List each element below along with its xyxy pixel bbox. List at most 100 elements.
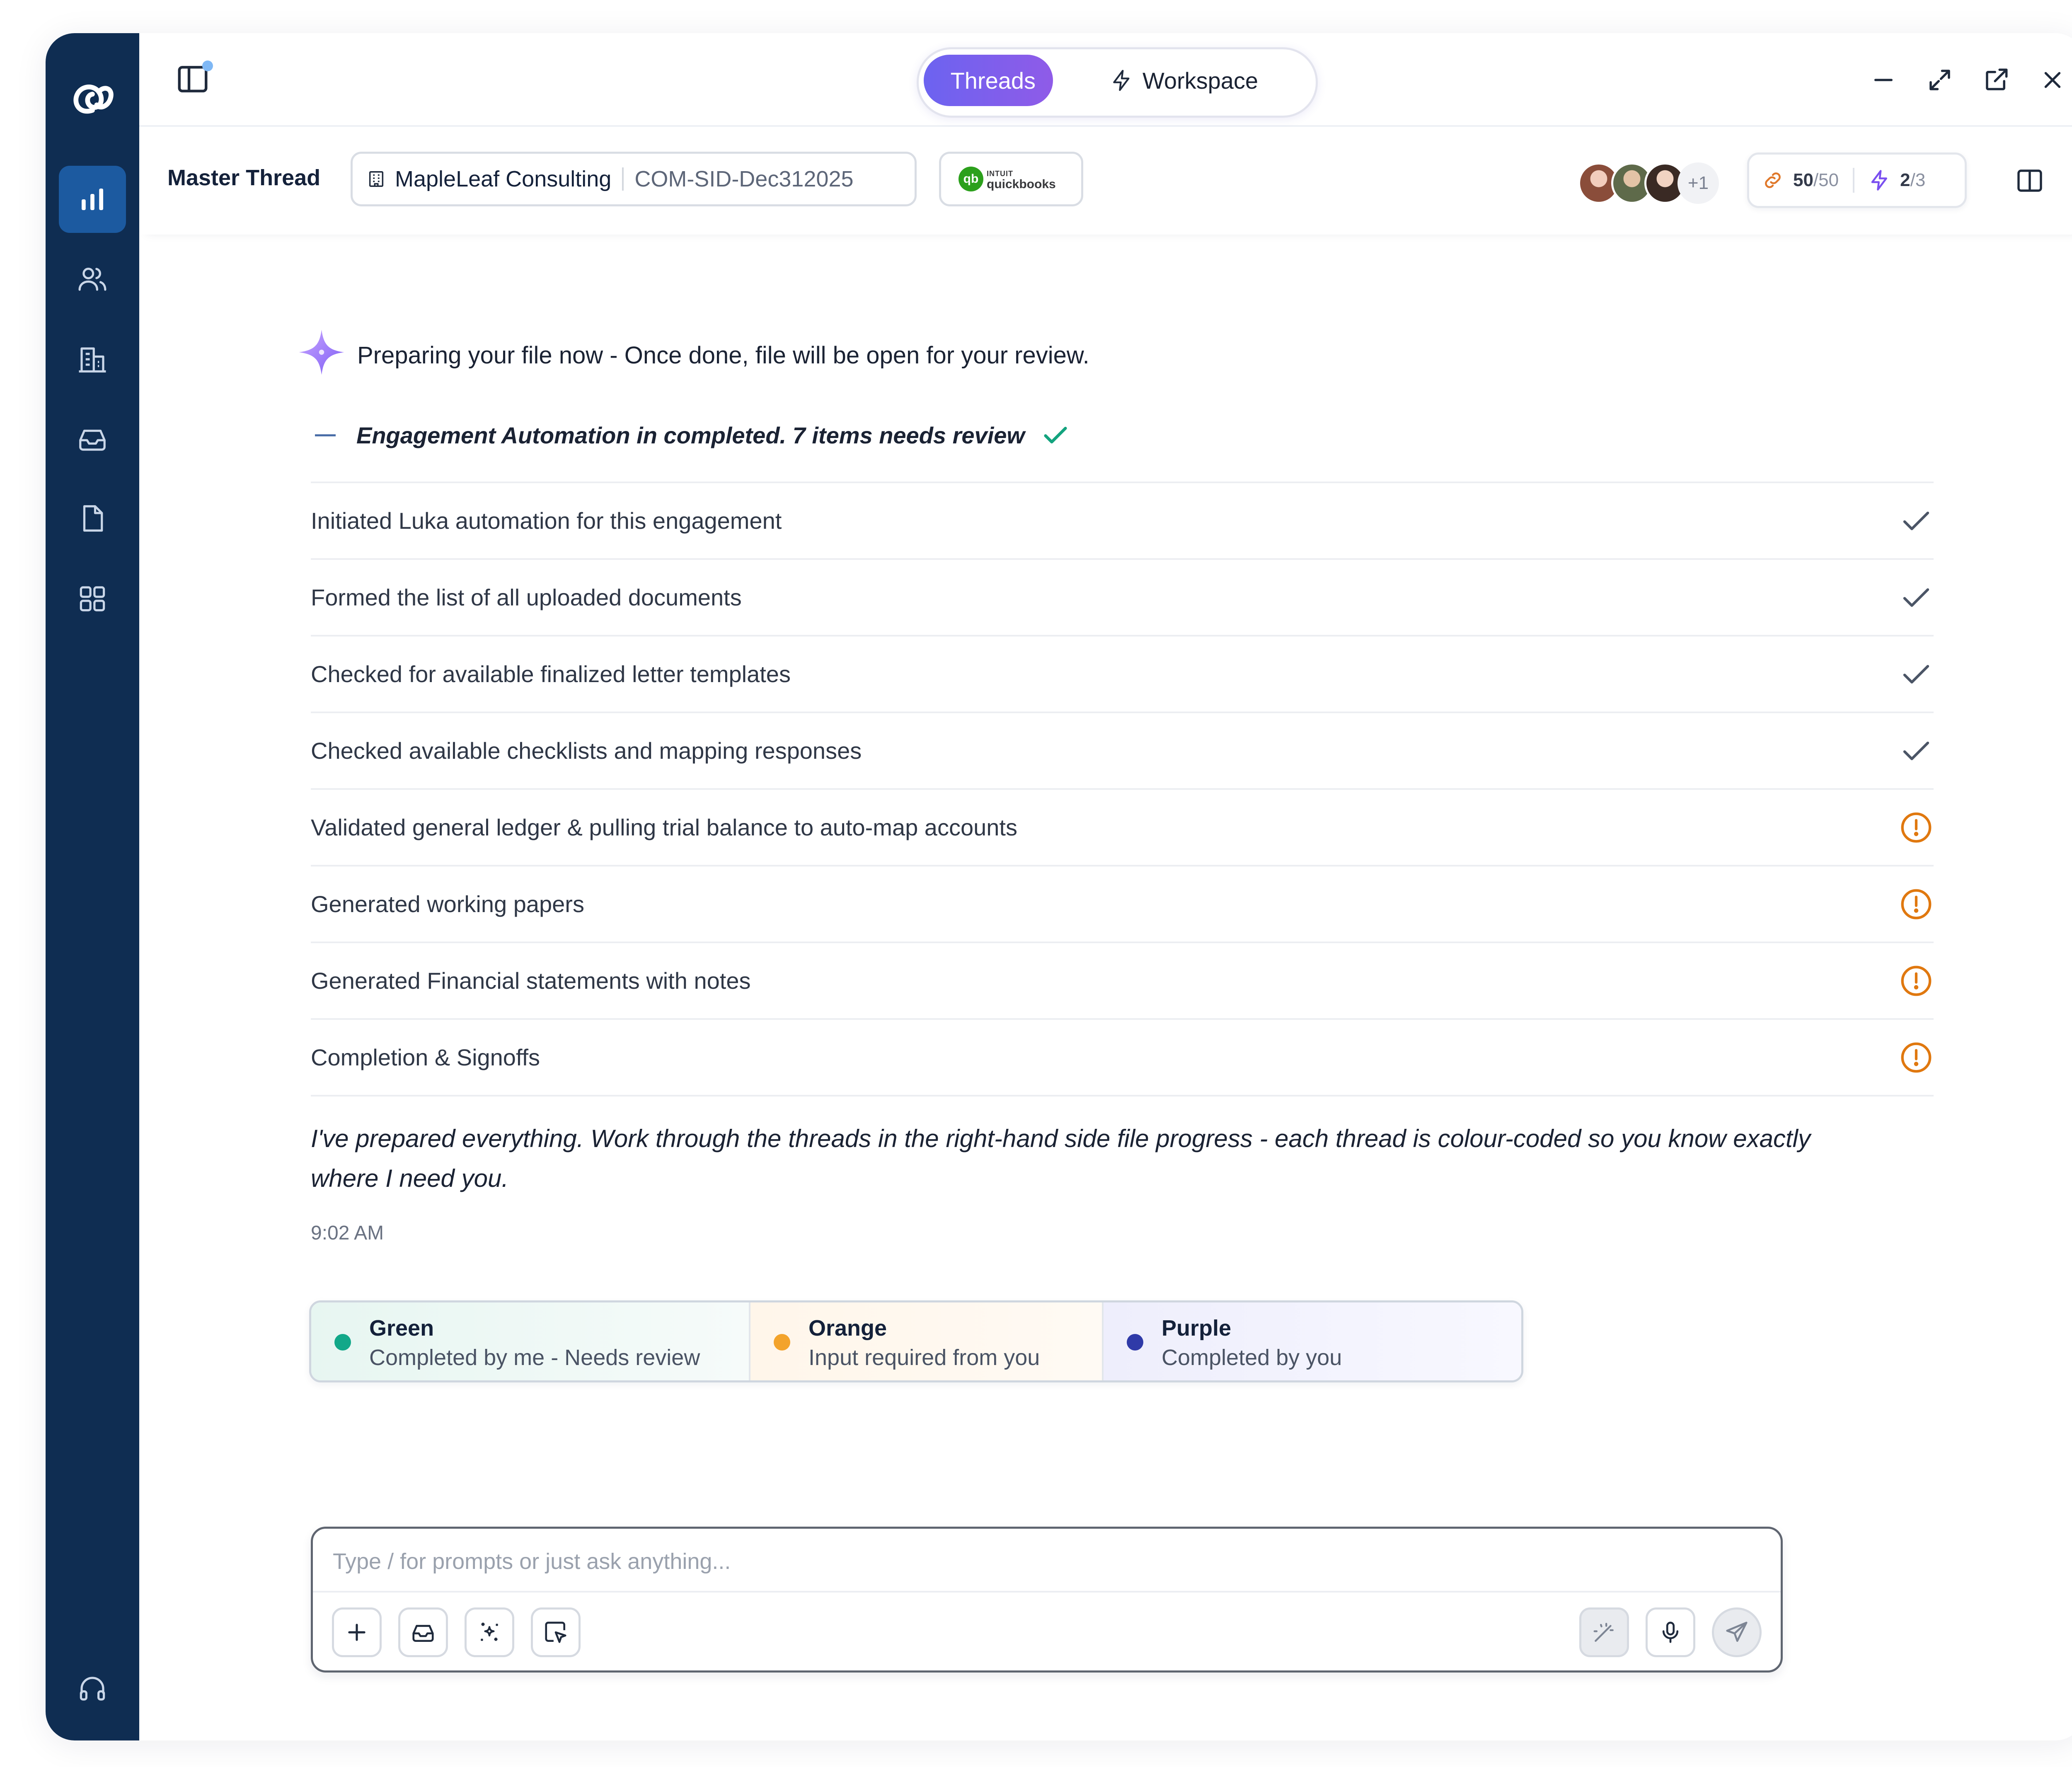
prompt-input[interactable] (332, 1529, 1762, 1594)
status-dot-orange (774, 1334, 790, 1351)
check-icon (1903, 588, 1929, 607)
counter-a-value: 50 (1793, 170, 1813, 190)
chart-icon[interactable] (59, 166, 126, 233)
app-window: Threads Workspace Master Thread MapleLea… (46, 33, 2072, 1740)
sparkles-icon (481, 1622, 498, 1641)
legend-item-green: Green Completed by me - Needs review (311, 1302, 750, 1380)
check-icon (1903, 511, 1929, 530)
select-tool-button[interactable] (531, 1607, 581, 1657)
step-row[interactable]: Generated working papers (311, 867, 1934, 943)
counter-b-value: 2 (1900, 170, 1910, 190)
close-icon[interactable] (2039, 66, 2066, 94)
client-selector[interactable]: MapleLeaf Consulting COM-SID-Dec312025 (351, 152, 917, 206)
divider (313, 1591, 1781, 1593)
divider (1853, 168, 1855, 193)
users-icon[interactable] (59, 245, 126, 312)
expand-icon[interactable] (1926, 66, 1953, 94)
quickbooks-brand: quickbooks (987, 177, 1056, 191)
tab-workspace-label: Workspace (1143, 67, 1259, 94)
ai-sparkle-icon (299, 329, 344, 375)
status-dot-purple (1127, 1334, 1143, 1351)
document-icon[interactable] (59, 485, 126, 552)
alert-circle-icon (1901, 812, 1932, 842)
counter-a-total: /50 (1813, 170, 1839, 190)
step-row[interactable]: Validated general ledger & pulling trial… (311, 790, 1934, 867)
magic-wand-icon (1593, 1623, 1614, 1642)
legend-description: Completed by me - Needs review (369, 1345, 700, 1370)
automation-steps-list: Initiated Luka automation for this engag… (311, 482, 1934, 1097)
tab-threads-label: Threads (950, 67, 1036, 94)
app-logo[interactable] (65, 70, 119, 124)
status-message: Preparing your file now - Once done, fil… (357, 342, 1089, 369)
engagement-summary-text: Engagement Automation in completed. 7 it… (356, 422, 1025, 448)
legend-title: Purple (1162, 1316, 1232, 1341)
assistant-message: I've prepared everything. Work through t… (311, 1125, 1811, 1192)
legend-title: Orange (808, 1316, 887, 1341)
lightning-icon (1871, 170, 1888, 191)
headset-icon[interactable] (59, 1655, 126, 1722)
client-id: COM-SID-Dec312025 (634, 167, 854, 191)
status-dot-green (334, 1334, 351, 1351)
message-timestamp: 9:02 AM (311, 1222, 384, 1244)
step-label: Completion & Signoffs (311, 1044, 540, 1070)
step-row[interactable]: Checked available checklists and mapping… (311, 713, 1934, 790)
legend-description: Completed by you (1162, 1345, 1342, 1370)
step-row[interactable]: Checked for available finalized letter t… (311, 637, 1934, 713)
microphone-icon (1662, 1622, 1679, 1643)
step-row[interactable]: Formed the list of all uploaded document… (311, 560, 1934, 637)
check-icon (1903, 741, 1929, 760)
divider (622, 167, 624, 191)
legend-title: Green (369, 1316, 434, 1341)
inbox-icon (412, 1625, 434, 1642)
tab-workspace[interactable]: Workspace (1093, 55, 1276, 106)
step-row[interactable]: Initiated Luka automation for this engag… (311, 483, 1934, 560)
thread-header: Master Thread MapleLeaf Consulting COM-S… (139, 127, 2072, 235)
more-participants-badge[interactable]: +1 (1677, 162, 1719, 204)
inbox-button[interactable] (398, 1607, 448, 1657)
send-button[interactable] (1712, 1607, 1762, 1657)
legend-description: Input required from you (808, 1345, 1040, 1370)
main-area: Threads Workspace Master Thread MapleLea… (139, 33, 2072, 1740)
legend-item-orange: Orange Input required from you (750, 1302, 1104, 1380)
step-label: Generated working papers (311, 891, 584, 917)
check-icon (1044, 426, 1067, 444)
apps-icon[interactable] (59, 565, 126, 632)
add-button[interactable] (332, 1607, 382, 1657)
engagement-summary[interactable]: Engagement Automation in completed. 7 it… (315, 420, 1070, 450)
lightning-icon (1113, 70, 1130, 91)
color-legend: Green Completed by me - Needs review Ora… (309, 1300, 1523, 1382)
step-label: Validated general ledger & pulling trial… (311, 814, 1017, 840)
legend-item-purple: Purple Completed by you (1104, 1302, 1521, 1380)
building-icon (369, 171, 384, 187)
step-row[interactable]: Generated Financial statements with note… (311, 943, 1934, 1020)
alert-circle-icon (1901, 1042, 1932, 1072)
voice-input-button[interactable] (1646, 1607, 1695, 1657)
send-icon (1726, 1622, 1748, 1642)
counter-b-total: /3 (1910, 170, 1926, 190)
right-panel-toggle-icon[interactable] (2015, 166, 2045, 196)
step-row[interactable]: Completion & Signoffs (311, 1020, 1934, 1097)
check-icon (1903, 665, 1929, 683)
alert-circle-icon (1901, 889, 1932, 919)
collapse-icon[interactable] (315, 434, 336, 436)
notification-dot (202, 61, 213, 71)
thread-title: Master Thread (167, 165, 321, 190)
left-rail (46, 33, 139, 1740)
usage-counter[interactable]: 50/50 2/3 (1747, 152, 1967, 208)
step-label: Initiated Luka automation for this engag… (311, 508, 782, 534)
magic-wand-button[interactable] (1579, 1607, 1629, 1657)
chat-icon (941, 80, 942, 81)
inbox-icon[interactable] (59, 405, 126, 472)
quickbooks-integration[interactable]: qb INTUIT quickbooks (939, 152, 1083, 206)
tab-threads[interactable]: Threads (924, 55, 1053, 106)
minimize-icon[interactable] (1870, 66, 1897, 94)
ai-tools-button[interactable] (465, 1607, 514, 1657)
external-link-icon[interactable] (1982, 66, 2010, 94)
cursor-select-icon (545, 1622, 566, 1643)
link-icon (1765, 172, 1781, 188)
client-name: MapleLeaf Consulting (395, 167, 612, 191)
alert-circle-icon (1901, 966, 1932, 996)
view-switcher: Threads Workspace (917, 47, 1318, 118)
step-label: Generated Financial statements with note… (311, 968, 751, 994)
building-icon[interactable] (59, 326, 126, 393)
